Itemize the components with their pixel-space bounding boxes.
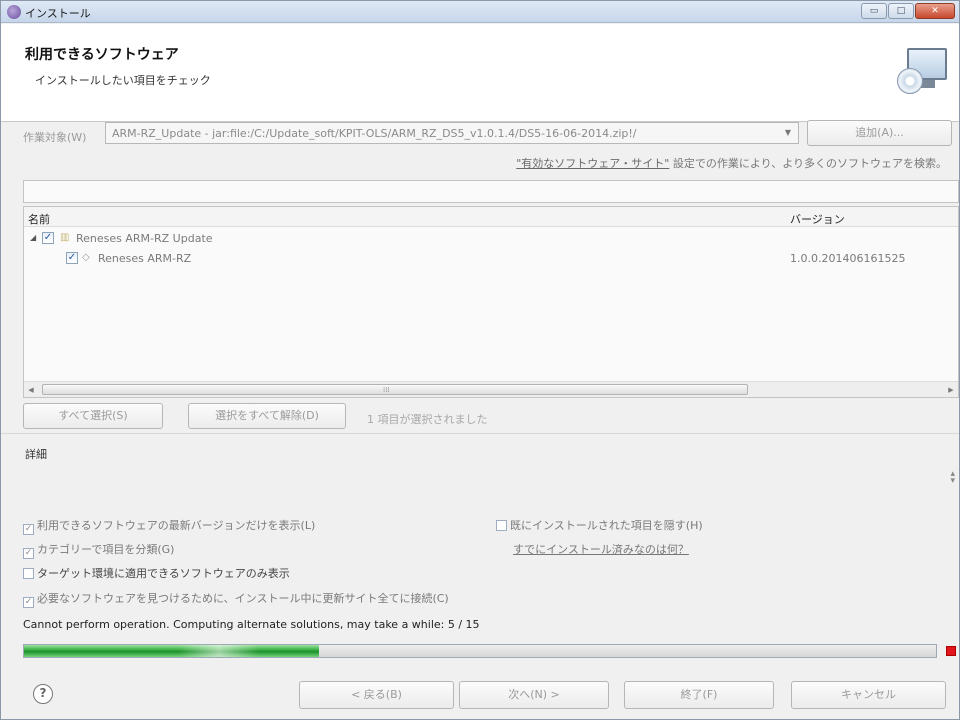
find-more-rest: 設定での作業により、より多くのソフトウェアを検索。 — [669, 157, 947, 170]
work-with-combo[interactable]: ARM-RZ_Update - jar:file:/C:/Update_soft… — [105, 122, 799, 144]
details-scroll-icon[interactable]: ▴ ▾ — [950, 470, 955, 486]
window-title: インストール — [25, 7, 91, 20]
eclipse-app-icon — [7, 5, 21, 19]
available-sites-link[interactable]: "有効なソフトウェア・サイト" — [516, 157, 669, 170]
page-title: 利用できるソフトウェア — [25, 47, 179, 63]
option-hide-installed[interactable]: 既にインストールされた項目を隠す(H) — [496, 517, 703, 533]
work-with-value: ARM-RZ_Update - jar:file:/C:/Update_soft… — [112, 127, 637, 140]
feature-plugin-icon: ◇ — [82, 252, 90, 263]
scroll-grip-icon: ⁞⁞⁞ — [383, 386, 390, 394]
scroll-left-icon[interactable]: ◀ — [26, 385, 36, 395]
next-button[interactable]: 次へ(N) > — [459, 681, 609, 709]
add-site-button[interactable]: 追加(A)... — [807, 120, 952, 146]
category-label: Reneses ARM-RZ Update — [76, 232, 213, 245]
details-label: 詳細 — [25, 448, 47, 461]
progress-bar — [23, 644, 937, 658]
progress-glow — [178, 645, 259, 657]
expand-triangle-icon[interactable]: ◢ — [30, 233, 36, 242]
contact-all-label: 必要なソフトウェアを見つけるために、インストール中に更新サイト全てに接続(C) — [37, 592, 449, 605]
hide-installed-label: 既にインストールされた項目を隠す(H) — [510, 519, 703, 532]
target-only-label: ターゲット環境に適用できるソフトウェアのみ表示 — [37, 567, 290, 580]
latest-only-label: 利用できるソフトウェアの最新バージョンだけを表示(L) — [37, 519, 316, 532]
category-icon: ▥ — [60, 232, 70, 243]
work-with-label: 作業対象(W) — [23, 131, 87, 144]
feature-label: Reneses ARM-RZ — [98, 252, 192, 265]
stop-icon[interactable] — [946, 646, 956, 656]
option-target-only[interactable]: ターゲット環境に適用できるソフトウェアのみ表示 — [23, 565, 290, 581]
software-tree[interactable]: 名前 バージョン ◢ ✓ ▥ Reneses ARM-RZ Update ✓ ◇… — [23, 206, 959, 398]
install-wizard-graphic — [897, 48, 947, 96]
cancel-button[interactable]: キャンセル — [791, 681, 946, 709]
finish-button[interactable]: 終了(F) — [624, 681, 774, 709]
contact-all-checkbox[interactable]: ✓ — [23, 597, 34, 608]
scrollbar-thumb[interactable]: ⁞⁞⁞ — [42, 384, 748, 395]
selection-count: 1 項目が選択されました — [367, 413, 488, 426]
already-installed-link[interactable]: すでにインストール済みなのは何？ — [513, 541, 689, 557]
already-installed-link-text[interactable]: すでにインストール済みなのは何？ — [513, 543, 689, 556]
option-contact-all-sites[interactable]: ✓ 必要なソフトウェアを見つけるために、インストール中に更新サイト全てに接続(C) — [23, 590, 449, 608]
chevron-down-icon[interactable]: ▼ — [780, 125, 796, 141]
select-all-button[interactable]: すべて選択(S) — [23, 403, 163, 429]
category-checkbox[interactable]: ✓ — [42, 232, 54, 244]
option-latest-only[interactable]: ✓ 利用できるソフトウェアの最新バージョンだけを表示(L) — [23, 517, 315, 535]
column-version[interactable]: バージョン — [790, 211, 845, 227]
tree-row-category[interactable]: ◢ ✓ ▥ Reneses ARM-RZ Update — [24, 229, 958, 249]
column-name[interactable]: 名前 — [28, 211, 50, 227]
feature-checkbox[interactable]: ✓ — [66, 252, 78, 264]
deselect-all-button[interactable]: 選択をすべて解除(D) — [188, 403, 346, 429]
feature-version: 1.0.0.201406161525 — [790, 252, 906, 265]
tree-row-feature[interactable]: ✓ ◇ Reneses ARM-RZ 1.0.0.201406161525 — [24, 249, 958, 269]
close-button[interactable]: ✕ — [915, 3, 955, 19]
find-more-text: "有効なソフトウェア・サイト" 設定での作業により、より多くのソフトウェアを検索… — [516, 155, 947, 171]
latest-only-checkbox[interactable]: ✓ — [23, 524, 34, 535]
back-button[interactable]: < 戻る(B) — [299, 681, 454, 709]
progress-fill — [24, 645, 319, 657]
group-category-label: カテゴリーで項目を分類(G) — [37, 543, 175, 556]
section-divider — [1, 433, 959, 434]
details-area: ▴ ▾ — [23, 463, 959, 503]
group-category-checkbox[interactable]: ✓ — [23, 548, 34, 559]
status-message: Cannot perform operation. Computing alte… — [23, 618, 480, 631]
window-controls: ▭ □ ✕ — [861, 3, 955, 19]
cd-disc-icon — [897, 68, 923, 94]
wizard-header: 利用できるソフトウェア インストールしたい項目をチェック — [1, 24, 959, 122]
filter-input[interactable] — [23, 180, 959, 203]
horizontal-scrollbar[interactable]: ◀ ⁞⁞⁞ ▶ — [24, 381, 958, 397]
page-subtitle: インストールしたい項目をチェック — [35, 74, 211, 87]
target-only-checkbox[interactable] — [23, 568, 34, 579]
help-icon[interactable]: ? — [33, 684, 53, 704]
tree-column-header: 名前 バージョン — [24, 207, 958, 227]
title-bar: インストール ▭ □ ✕ — [1, 1, 959, 23]
install-dialog: インストール ▭ □ ✕ 利用できるソフトウェア インストールしたい項目をチェッ… — [0, 0, 960, 720]
minimize-button[interactable]: ▭ — [861, 3, 887, 19]
hide-installed-checkbox[interactable] — [496, 520, 507, 531]
option-group-by-category[interactable]: ✓ カテゴリーで項目を分類(G) — [23, 541, 174, 559]
scroll-right-icon[interactable]: ▶ — [946, 385, 956, 395]
maximize-button[interactable]: □ — [888, 3, 914, 19]
